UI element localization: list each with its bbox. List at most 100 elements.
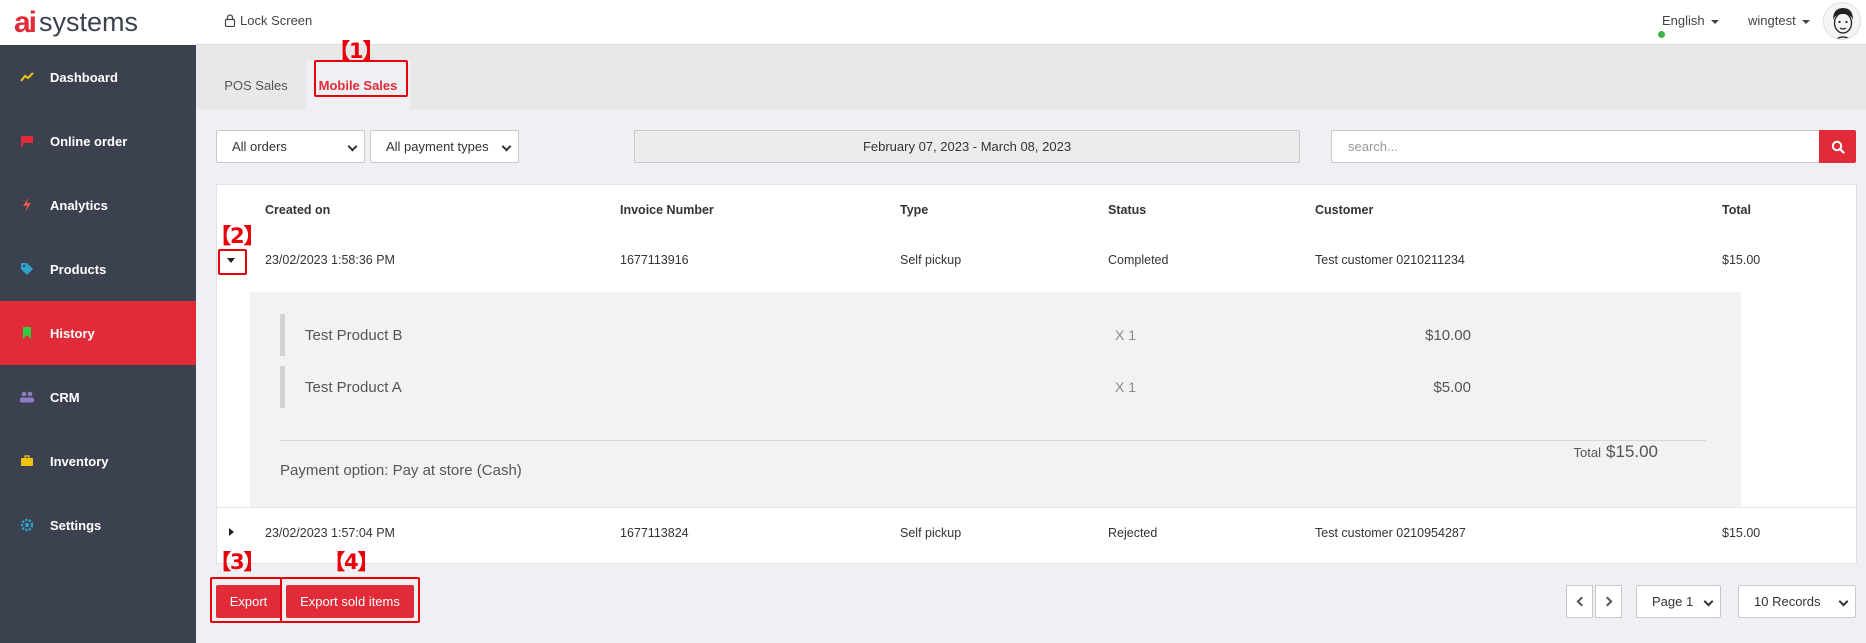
date-range-picker[interactable]: February 07, 2023 - March 08, 2023 (634, 130, 1300, 163)
detail-total: Total $15.00 (1574, 442, 1658, 462)
detail-divider (280, 440, 1706, 441)
sidebar-item-settings[interactable]: Settings (0, 493, 196, 557)
order-filter-value: All orders (232, 139, 287, 154)
tab-pos-sales[interactable]: POS Sales (216, 61, 296, 110)
search-input[interactable] (1331, 130, 1820, 163)
logo[interactable]: ai systems (0, 0, 196, 45)
orders-table: Created on Invoice Number Type Status Cu… (216, 184, 1857, 564)
sidebar-item-inventory[interactable]: Inventory (0, 429, 196, 493)
cell-status: Completed (1108, 253, 1169, 267)
sidebar-item-label: Online order (50, 133, 128, 149)
sidebar-nav: Dashboard Online order Analytics Product… (0, 45, 196, 557)
chevron-down-icon (347, 141, 358, 152)
user-dropdown[interactable]: wingtest (1748, 13, 1810, 28)
records-select-value: 10 Records (1754, 594, 1821, 609)
avatar[interactable] (1823, 2, 1861, 40)
header-status[interactable]: Status (1108, 185, 1146, 235)
sidebar-item-products[interactable]: Products (0, 237, 196, 301)
logo-mark: ai (14, 5, 37, 39)
cell-status: Rejected (1108, 525, 1158, 540)
detail-total-value: $15.00 (1606, 442, 1658, 461)
header-type[interactable]: Type (900, 185, 928, 235)
cell-invoice-number: 1677113824 (620, 525, 689, 540)
lock-icon (224, 14, 236, 27)
next-page-button[interactable] (1595, 585, 1622, 618)
sidebar-item-label: Products (50, 261, 107, 277)
language-dropdown[interactable]: English (1662, 13, 1719, 28)
annotation-2: 【2】 (210, 224, 265, 248)
item-name: Test Product B (305, 326, 403, 344)
gear-icon (20, 518, 34, 532)
chevron-down-icon (1703, 596, 1714, 607)
annotation-box-3 (210, 577, 282, 623)
lock-screen-button[interactable]: Lock Screen (224, 13, 312, 28)
page-select[interactable]: Page 1 (1636, 585, 1721, 618)
header-customer[interactable]: Customer (1315, 185, 1373, 235)
detail-total-label: Total (1573, 445, 1601, 460)
header-invoice-number[interactable]: Invoice Number (620, 185, 714, 235)
cell-customer: Test customer 0210954287 (1315, 525, 1466, 540)
chevron-left-icon (1576, 596, 1586, 607)
sidebar-item-label: History (50, 325, 95, 341)
language-label: English (1662, 13, 1705, 28)
flag-icon (20, 134, 34, 148)
order-filter-select[interactable]: All orders (216, 130, 365, 163)
avatar-image (1824, 3, 1860, 39)
sidebar-item-label: Inventory (50, 453, 109, 469)
sidebar-item-crm[interactable]: CRM (0, 365, 196, 429)
trend-line-icon (20, 70, 34, 84)
sidebar-item-label: CRM (50, 389, 80, 405)
chevron-down-icon (1838, 596, 1849, 607)
table-row[interactable]: 23/02/2023 1:57:04 PM 1677113824 Self pi… (217, 507, 1856, 557)
expand-row-toggle[interactable] (221, 522, 241, 542)
search-button[interactable] (1819, 130, 1856, 163)
item-quantity: X 1 (1115, 379, 1137, 395)
item-price: $10.00 (1425, 326, 1471, 344)
cell-type: Self pickup (900, 525, 962, 540)
annotation-box-1 (314, 60, 408, 97)
caret-right-icon (228, 528, 234, 536)
cell-total: $15.00 (1722, 253, 1761, 267)
briefcase-icon (20, 454, 34, 468)
item-price: $5.00 (1433, 378, 1471, 396)
table-row[interactable]: 23/02/2023 1:58:36 PM 1677113916 Self pi… (217, 235, 1856, 285)
records-per-page-select[interactable]: 10 Records (1738, 585, 1856, 618)
online-status-dot (1657, 30, 1666, 39)
cell-type: Self pickup (900, 253, 962, 267)
cell-total: $15.00 (1722, 525, 1761, 540)
page-select-value: Page 1 (1652, 594, 1694, 609)
header-total[interactable]: Total (1722, 185, 1751, 235)
annotation-box-2 (218, 249, 247, 275)
cell-invoice-number: 1677113916 (620, 253, 689, 267)
chevron-down-icon (1710, 19, 1719, 24)
cell-customer: Test customer 0210211234 (1315, 253, 1465, 267)
annotation-3: 【3】 (210, 550, 265, 574)
annotation-box-4 (280, 577, 420, 623)
sidebar: ai systems Dashboard Online order Analyt… (0, 0, 196, 643)
sidebar-item-online-order[interactable]: Online order (0, 109, 196, 173)
chevron-right-icon (1602, 596, 1612, 607)
sidebar-item-history[interactable]: History (0, 301, 196, 365)
header-created-on[interactable]: Created on (265, 185, 330, 235)
bookmark-icon (20, 326, 34, 340)
table-header: Created on Invoice Number Type Status Cu… (217, 185, 1856, 235)
logo-text: systems (39, 7, 139, 37)
chevron-down-icon (1801, 19, 1810, 24)
sidebar-item-dashboard[interactable]: Dashboard (0, 45, 196, 109)
payment-filter-select[interactable]: All payment types (370, 130, 519, 163)
cell-created-on: 23/02/2023 1:58:36 PM (265, 253, 395, 267)
detail-item: Test Product A X 1 $5.00 (280, 366, 1471, 408)
bolt-icon (20, 198, 34, 212)
sidebar-item-analytics[interactable]: Analytics (0, 173, 196, 237)
username-label: wingtest (1748, 13, 1796, 28)
item-name: Test Product A (305, 378, 402, 396)
search-icon (1831, 140, 1845, 154)
annotation-4: 【4】 (324, 550, 379, 574)
prev-page-button[interactable] (1566, 585, 1593, 618)
tab-bar: POS Sales Mobile Sales (196, 45, 1866, 110)
payment-filter-value: All payment types (386, 139, 489, 154)
users-icon (20, 390, 34, 404)
payment-option: Payment option: Pay at store (Cash) (280, 462, 522, 479)
order-detail-panel: Test Product B X 1 $10.00 Test Product A… (250, 292, 1741, 507)
sidebar-item-label: Settings (50, 517, 102, 533)
